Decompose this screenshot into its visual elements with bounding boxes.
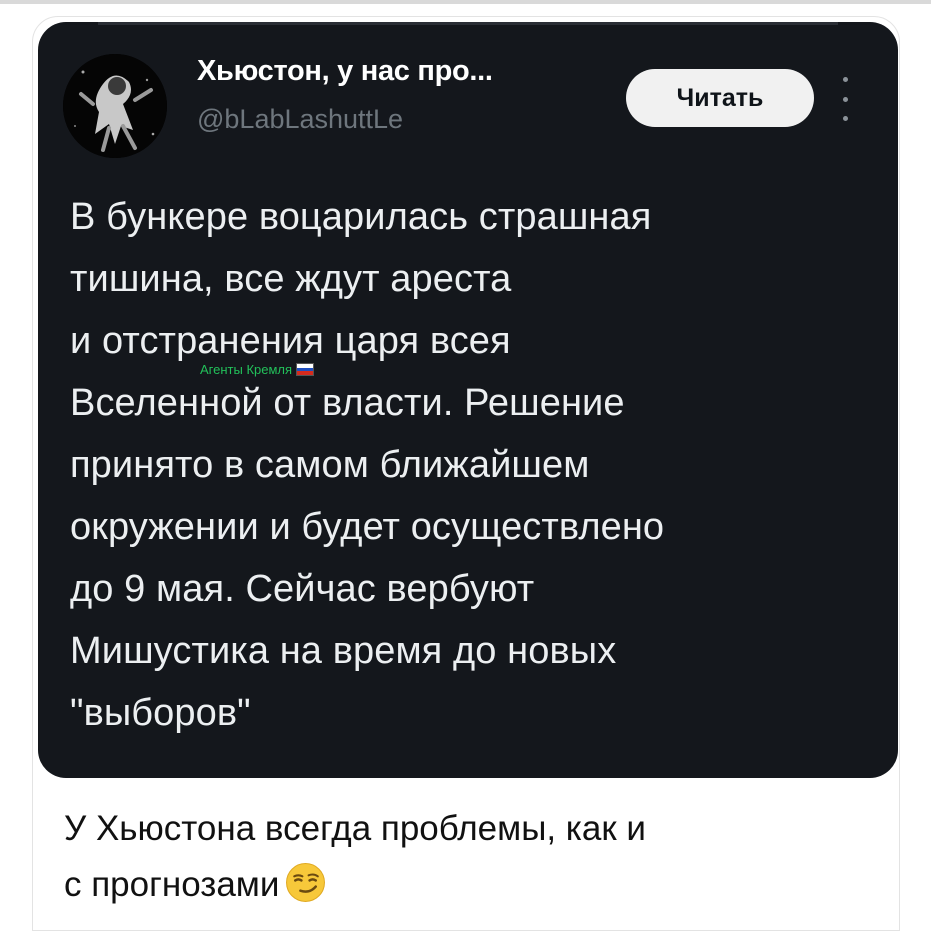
dot (842, 96, 848, 102)
tweet-top-divider (98, 22, 838, 25)
dot (842, 116, 848, 121)
watermark: Агенты Кремля (200, 362, 315, 377)
vertical-dots-icon[interactable] (838, 77, 852, 121)
top-divider (0, 0, 931, 4)
astronaut-icon (63, 54, 167, 158)
caption-text: У Хьюстона всегда проблемы, как и с прог… (64, 809, 646, 904)
russian-flag-icon (296, 363, 315, 376)
smirking-face-emoji-icon (286, 863, 326, 902)
author-name[interactable]: Хьюстон, у нас про... (197, 55, 493, 88)
dot (842, 77, 848, 82)
avatar[interactable] (63, 54, 167, 158)
watermark-label: Агенты Кремля (200, 362, 293, 377)
tweet-text: В бункере воцарилась страшная тишина, вс… (70, 196, 665, 734)
author-handle[interactable]: @bLabLashuttLe (197, 104, 403, 135)
post-caption: У Хьюстона всегда проблемы, как и с прог… (64, 801, 884, 913)
follow-button[interactable]: Читать (626, 69, 814, 127)
